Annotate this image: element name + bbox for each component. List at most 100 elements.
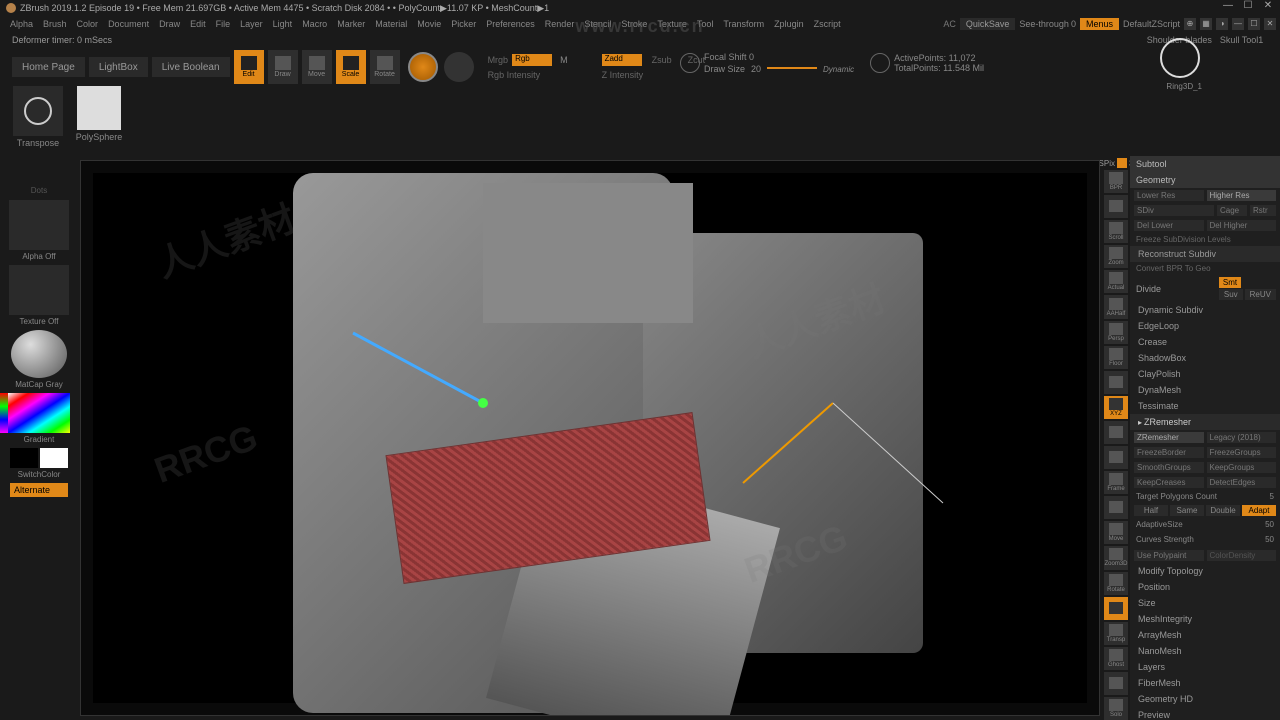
menu-marker[interactable]: Marker [337,19,365,29]
zadd-toggle[interactable]: Zadd [602,54,642,66]
rgb-toggle[interactable]: Rgb [512,54,552,66]
menu-zscript[interactable]: Zscript [814,19,841,29]
live-boolean-button[interactable]: Live Boolean [152,57,230,77]
right-icon-blank-17[interactable] [1104,597,1128,620]
lower-res-button[interactable]: Lower Res [1134,190,1204,201]
smooth-groups-button[interactable]: SmoothGroups [1134,462,1204,473]
right-icon-blank-13[interactable] [1104,496,1128,519]
double-button[interactable]: Double [1206,505,1240,516]
size-item[interactable]: Size [1130,595,1280,611]
gizmo-orange-icon[interactable] [733,393,953,513]
right-icon-transp[interactable]: Transp [1104,622,1128,645]
swatch-black[interactable] [10,448,38,468]
mesh-integrity-item[interactable]: MeshIntegrity [1130,611,1280,627]
reconstruct-button[interactable]: Reconstruct Subdiv [1130,246,1280,262]
menu-draw[interactable]: Draw [159,19,180,29]
smt-toggle[interactable]: Smt [1219,277,1241,288]
zsub-label[interactable]: Zsub [652,55,672,65]
edit-mode-button[interactable]: Edit [234,50,264,84]
menu-layer[interactable]: Layer [240,19,263,29]
gradient-label[interactable]: Gradient [24,435,55,444]
default-zscript-button[interactable]: DefaultZScript [1123,19,1180,29]
fibermesh-item[interactable]: FiberMesh [1130,675,1280,691]
del-higher-button[interactable]: Del Higher [1207,220,1277,231]
adaptive-size-label[interactable]: AdaptiveSize [1136,520,1183,529]
material-ball-icon[interactable] [11,330,67,378]
geometry-header[interactable]: Geometry [1130,172,1280,188]
right-icon-blank-8[interactable] [1104,371,1128,394]
ac-label[interactable]: AC [943,19,956,29]
menu-movie[interactable]: Movie [417,19,441,29]
right-icon-bpr[interactable]: BPR [1104,170,1128,193]
switchcolor-label[interactable]: SwitchColor [18,470,61,479]
dynamic-toggle[interactable]: Dynamic [823,65,854,74]
rgb-intensity-label[interactable]: Rgb Intensity [488,70,541,80]
menu-preferences[interactable]: Preferences [486,19,535,29]
freeze-groups-button[interactable]: FreezeGroups [1207,447,1277,458]
right-icon-ghost[interactable]: Ghost [1104,647,1128,670]
see-through-label[interactable]: See-through0 [1019,19,1076,29]
alpha-slot[interactable] [9,200,69,250]
rstr-button[interactable]: Rstr [1250,205,1276,216]
edgeloop-item[interactable]: EdgeLoop [1130,318,1280,334]
crease-item[interactable]: Crease [1130,334,1280,350]
freeze-border-button[interactable]: FreezeBorder [1134,447,1204,458]
zremesher-button[interactable]: ZRemesher [1134,432,1204,443]
right-icon-xyz[interactable]: XYZ [1104,396,1128,419]
topbar-icon-5[interactable]: ☐ [1248,18,1260,30]
focal-icon[interactable] [680,53,700,73]
focal-shift-label[interactable]: Focal Shift [704,52,747,62]
preview-item[interactable]: Preview [1130,707,1280,720]
detect-edges-button[interactable]: DetectEdges [1207,477,1277,488]
menu-color[interactable]: Color [77,19,99,29]
home-page-button[interactable]: Home Page [12,57,85,77]
claypolish-item[interactable]: ClayPolish [1130,366,1280,382]
right-icon-solo[interactable]: Solo [1104,697,1128,720]
half-button[interactable]: Half [1134,505,1168,516]
topbar-icon-4[interactable]: — [1232,18,1244,30]
transpose-tool[interactable]: Transpose [8,86,68,148]
menu-document[interactable]: Document [108,19,149,29]
sphere-icon[interactable] [444,52,474,82]
m-label[interactable]: M [560,55,568,65]
color-density-button[interactable]: ColorDensity [1207,550,1277,561]
del-lower-button[interactable]: Del Lower [1134,220,1204,231]
convert-bpr-button[interactable]: Convert BPR To Geo [1130,262,1280,275]
modify-topology-item[interactable]: Modify Topology [1130,563,1280,579]
suv-toggle[interactable]: Suv [1219,289,1243,300]
topbar-icon-3[interactable]: ◑ [1216,18,1228,30]
menu-edit[interactable]: Edit [190,19,206,29]
close-icon[interactable]: ✕ [1262,0,1274,12]
dots-tool[interactable]: Dots [14,158,64,198]
shadowbox-item[interactable]: ShadowBox [1130,350,1280,366]
draw-size-slider[interactable] [767,67,817,69]
draw-mode-button[interactable]: Draw [268,50,298,84]
menu-brush[interactable]: Brush [43,19,67,29]
subtool-header[interactable]: Subtool [1130,156,1280,172]
topbar-icon-6[interactable]: ✕ [1264,18,1276,30]
minimize-icon[interactable]: — [1222,0,1234,12]
menu-transform[interactable]: Transform [723,19,764,29]
right-icon-blank-10[interactable] [1104,421,1128,444]
legacy-button[interactable]: Legacy (2018) [1207,432,1277,443]
zremesher-item[interactable]: ZRemesher [1130,414,1280,430]
z-intensity-label[interactable]: Z Intensity [602,70,644,80]
right-icon-scroll[interactable]: Scroll [1104,220,1128,243]
topbar-icon-2[interactable]: ▦ [1200,18,1212,30]
keep-creases-button[interactable]: KeepCreases [1134,477,1204,488]
cage-button[interactable]: Cage [1217,205,1247,216]
lightbox-button[interactable]: LightBox [89,57,148,77]
quicksave-button[interactable]: QuickSave [960,18,1016,30]
sdiv-button[interactable]: SDiv [1134,205,1214,216]
right-icon-zoom3d[interactable]: Zoom3D [1104,546,1128,569]
menu-picker[interactable]: Picker [451,19,476,29]
menu-macro[interactable]: Macro [302,19,327,29]
move-mode-button[interactable]: Move [302,50,332,84]
tab-skull[interactable]: Skull Tool1 [1220,32,1263,48]
color-picker[interactable] [8,393,70,433]
right-icon-move[interactable]: Move [1104,521,1128,544]
menu-file[interactable]: File [216,19,231,29]
freeze-subdiv-button[interactable]: Freeze SubDivision Levels [1130,233,1280,246]
use-polypaint-button[interactable]: Use Polypaint [1134,550,1204,561]
dynamesh-item[interactable]: DynaMesh [1130,382,1280,398]
